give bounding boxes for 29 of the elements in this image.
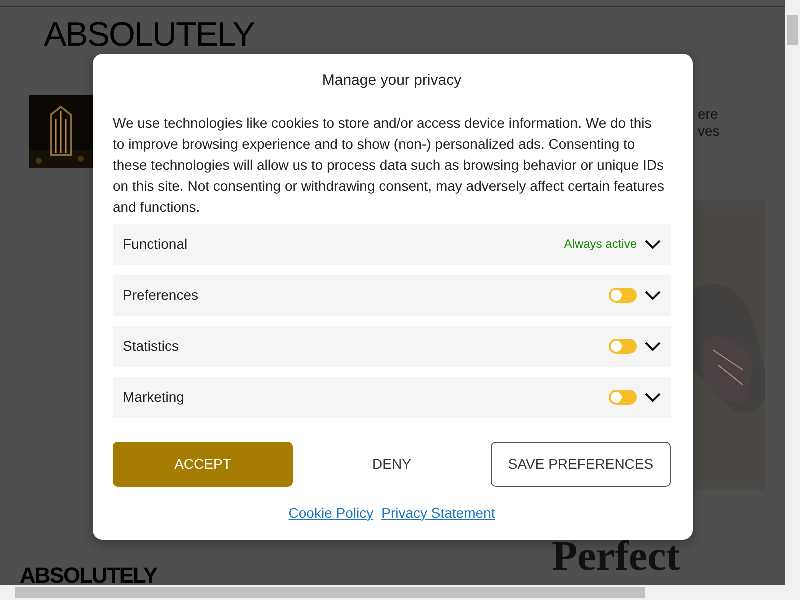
teaser-text: ves [698, 123, 720, 140]
category-row[interactable]: Marketing [113, 376, 671, 418]
status-text: Always active [564, 236, 637, 253]
vertical-scrollbar[interactable] [785, 0, 800, 585]
horizontal-scrollbar[interactable] [0, 585, 800, 600]
category-row[interactable]: Preferences [113, 274, 671, 316]
scrollbar-thumb[interactable] [15, 587, 645, 598]
chevron-down-icon[interactable] [645, 340, 661, 352]
category-label: Preferences [123, 286, 198, 304]
dialog-title: Manage your privacy [321, 71, 463, 91]
category-row[interactable]: Functional Always active [113, 224, 671, 264]
save-preferences-button[interactable]: SAVE PREFERENCES [491, 442, 671, 486]
teaser-text: ere [698, 106, 720, 123]
toggle-switch[interactable] [609, 288, 637, 302]
category-label: Marketing [123, 388, 184, 407]
policy-link[interactable]: Cookie Policy [288, 502, 374, 524]
category-label: Functional [123, 234, 188, 254]
chevron-down-icon[interactable] [645, 238, 661, 250]
consent-text: We use technologies like cookies to store and/or access device information. We do this to improve browsing experience and to show (non-) personalized ads. Consenting to these technologies will allow us to process data such as browsing behavior or unique IDs on this site. Not consenting or withdrawing consent, may adversely affect certain features and functions. [113, 114, 665, 216]
toggle-switch[interactable] [609, 390, 637, 404]
chevron-down-icon[interactable] [645, 391, 661, 403]
category-label: Statistics [123, 336, 180, 356]
accept-button[interactable]: ACCEPT [113, 442, 293, 486]
headline: Perfect [552, 536, 680, 578]
toggle-switch[interactable] [609, 338, 637, 354]
policy-link[interactable]: Privacy Statement [382, 502, 496, 524]
scrollbar-thumb[interactable] [787, 15, 798, 45]
chevron-down-icon[interactable] [645, 289, 661, 301]
category-row[interactable]: Statistics [113, 326, 671, 366]
